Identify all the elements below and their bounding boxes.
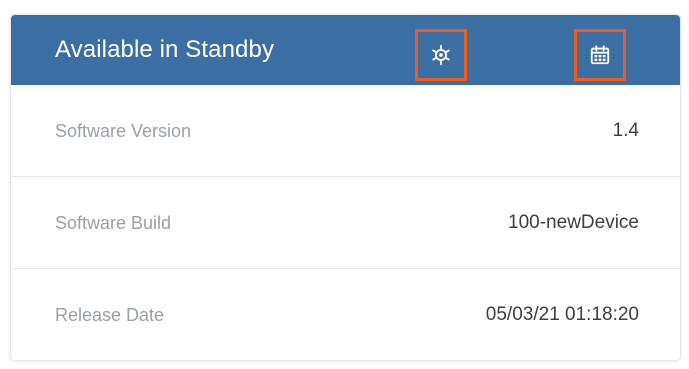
- settings-button[interactable]: [415, 29, 467, 81]
- release-date-value: 05/03/21 01:18:20: [485, 304, 639, 325]
- software-version-label: Software Version: [55, 121, 192, 141]
- gear-icon: [430, 44, 452, 66]
- list-item-release-date: Release Date 05/03/21 01:18:20: [11, 269, 680, 360]
- software-build-value: 100-newDevice: [508, 212, 639, 233]
- schedule-button[interactable]: [574, 29, 626, 81]
- standby-software-card: Available in Standby Software Version 1.…: [10, 14, 681, 361]
- details-list: Software Version 1.4 Software Build 100-…: [11, 85, 680, 360]
- list-item-software-build: Software Build 100-newDevice: [11, 177, 680, 269]
- card-title: Available in Standby: [55, 36, 275, 63]
- calendar-icon: [589, 44, 611, 66]
- software-version-value: 1.4: [612, 120, 639, 141]
- release-date-label: Release Date: [55, 305, 165, 325]
- list-item-software-version: Software Version 1.4: [11, 85, 680, 177]
- card-header: Available in Standby: [11, 15, 680, 85]
- page: Available in Standby Software Version 1.…: [0, 0, 689, 369]
- software-build-label: Software Build: [55, 213, 172, 233]
